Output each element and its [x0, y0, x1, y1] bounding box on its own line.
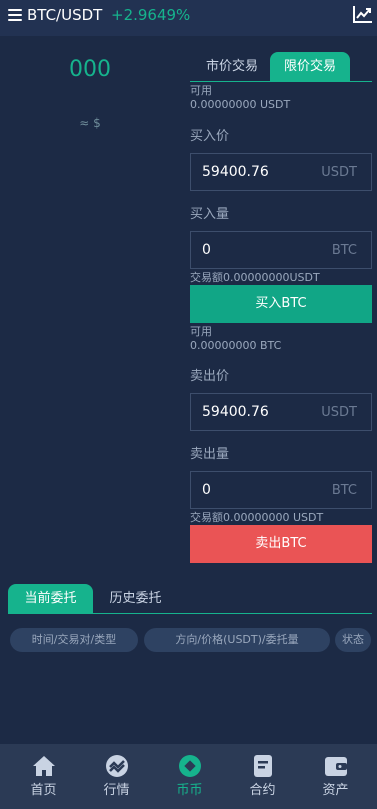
- nav-item-assets[interactable]: 资产: [298, 744, 373, 809]
- bottom-nav: 首页 行情 币币 合约 资产: [0, 744, 377, 809]
- buy-price-input[interactable]: 59400.76 USDT: [190, 153, 372, 191]
- nav-label-market: 行情: [103, 783, 130, 798]
- column-header-time-pair-type: 时间/交易对/类型: [10, 628, 138, 652]
- buy-price-label: 买入价: [190, 129, 230, 144]
- current-price: 000: [69, 57, 111, 82]
- buy-available-label: 可用: [190, 84, 212, 97]
- chart-icon[interactable]: [353, 5, 373, 23]
- sell-button[interactable]: 卖出BTC: [190, 525, 372, 563]
- nav-label-home: 首页: [30, 783, 57, 798]
- sell-available-value: 0.00000000 BTC: [190, 339, 282, 352]
- sell-price-unit: USDT: [321, 404, 357, 420]
- buy-amount-label: 买入量: [190, 207, 230, 222]
- top-bar: BTC/USDT +2.9649%: [0, 0, 377, 36]
- trade-type-tabs: 市价交易 限价交易: [190, 52, 372, 82]
- sell-amount-value: 0: [202, 482, 211, 498]
- buy-price-unit: USDT: [321, 164, 357, 180]
- tab-current-orders[interactable]: 当前委托: [8, 584, 93, 614]
- buy-amount-value: 0: [202, 242, 211, 258]
- nav-label-contract: 合约: [249, 783, 276, 798]
- price-usd-equivalent: ≈ $: [79, 116, 101, 130]
- tab-market-order[interactable]: 市价交易: [194, 52, 270, 82]
- sell-price-input[interactable]: 59400.76 USDT: [190, 393, 372, 431]
- tab-order-history[interactable]: 历史委托: [98, 584, 173, 614]
- spot-icon: [179, 755, 201, 777]
- home-icon: [33, 756, 55, 776]
- sell-turnover: 交易额0.00000000 USDT: [190, 511, 324, 524]
- sell-amount-unit: BTC: [331, 482, 357, 498]
- sell-price-value: 59400.76: [202, 404, 269, 420]
- column-header-direction-price-amount: 方向/价格(USDT)/委托量: [144, 628, 330, 652]
- nav-item-home[interactable]: 首页: [6, 744, 81, 809]
- nav-label-spot: 币币: [176, 783, 203, 798]
- order-tabs: 当前委托 历史委托: [8, 584, 372, 614]
- wallet-icon: [325, 757, 347, 776]
- tab-limit-order[interactable]: 限价交易: [270, 52, 350, 82]
- buy-amount-input[interactable]: 0 BTC: [190, 231, 372, 269]
- sell-available-label: 可用: [190, 325, 212, 338]
- buy-button[interactable]: 买入BTC: [190, 285, 372, 323]
- buy-available-value: 0.00000000 USDT: [190, 98, 291, 111]
- pair-title[interactable]: BTC/USDT: [27, 6, 102, 24]
- contract-icon: [254, 755, 272, 777]
- menu-icon[interactable]: [8, 9, 22, 21]
- buy-turnover: 交易额0.00000000USDT: [190, 271, 320, 284]
- buy-amount-unit: BTC: [331, 242, 357, 258]
- sell-price-label: 卖出价: [190, 369, 230, 384]
- column-header-status: 状态: [335, 628, 371, 652]
- nav-item-contract[interactable]: 合约: [225, 744, 300, 809]
- price-change: +2.9649%: [111, 6, 191, 24]
- nav-item-spot[interactable]: 币币: [152, 744, 227, 809]
- buy-price-value: 59400.76: [202, 164, 269, 180]
- sell-amount-label: 卖出量: [190, 447, 230, 462]
- sell-amount-input[interactable]: 0 BTC: [190, 471, 372, 509]
- nav-label-assets: 资产: [322, 783, 349, 798]
- nav-item-market[interactable]: 行情: [79, 744, 154, 809]
- market-icon: [106, 755, 128, 777]
